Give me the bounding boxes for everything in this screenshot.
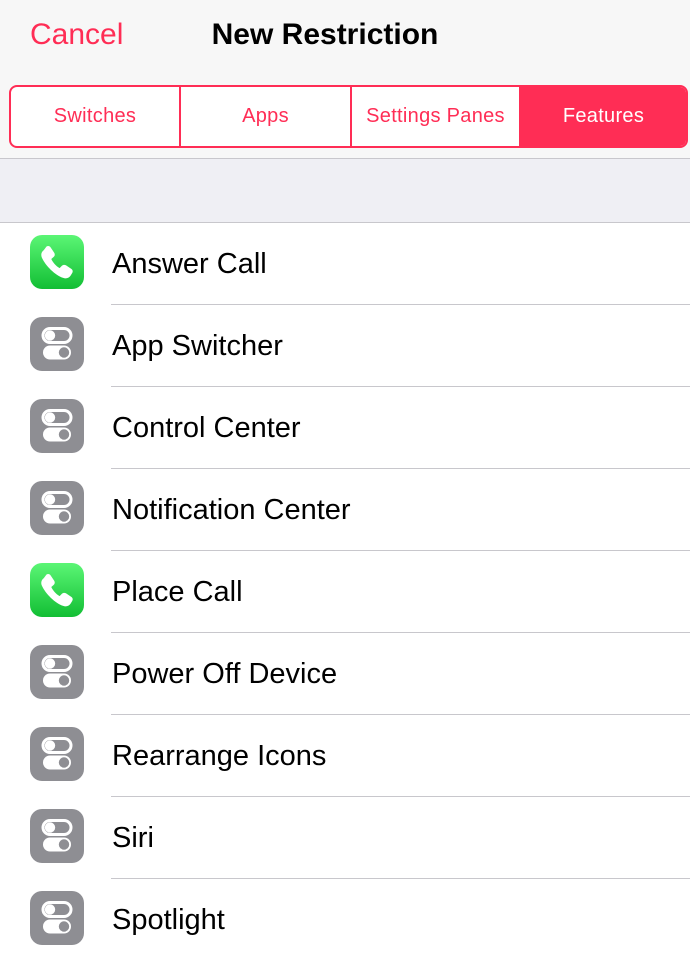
segment-apps[interactable]: Apps (179, 87, 350, 146)
switches-icon (30, 891, 84, 945)
switches-icon (30, 645, 84, 699)
list-item-label: Answer Call (112, 248, 267, 280)
list-item-rearrange-icons[interactable]: Rearrange Icons (0, 715, 690, 797)
list-item-label: Spotlight (112, 904, 225, 936)
list-item-control-center[interactable]: Control Center (0, 387, 690, 469)
segment-switches[interactable]: Switches (11, 87, 179, 146)
phone-icon (30, 235, 84, 289)
switches-icon (30, 809, 84, 863)
list-item-label: Siri (112, 822, 154, 854)
list-item-answer-call[interactable]: Answer Call (0, 223, 690, 305)
list-item-power-off-device[interactable]: Power Off Device (0, 633, 690, 715)
list-item-label: Place Call (112, 576, 243, 608)
list-item-label: Notification Center (112, 494, 351, 526)
switches-icon (30, 481, 84, 535)
list-item-label: Rearrange Icons (112, 740, 327, 772)
segment-features[interactable]: Features (519, 87, 686, 146)
list-item-label: Control Center (112, 412, 301, 444)
phone-icon (30, 563, 84, 617)
category-segmented-control: Switches Apps Settings Panes Features (9, 85, 688, 148)
list-item-notification-center[interactable]: Notification Center (0, 469, 690, 551)
page-title: New Restriction (211, 18, 439, 51)
list-item-app-switcher[interactable]: App Switcher (0, 305, 690, 387)
navigation-header: Cancel New Restriction Switches Apps Set… (0, 0, 690, 159)
section-header-spacer (0, 159, 690, 223)
segment-settings-panes[interactable]: Settings Panes (350, 87, 519, 146)
list-item-label: Power Off Device (112, 658, 338, 690)
list-item-spotlight[interactable]: Spotlight (0, 879, 690, 961)
switches-icon (30, 317, 84, 371)
features-list: Answer Call App Switcher Control Center … (0, 223, 690, 961)
cancel-button[interactable]: Cancel (30, 15, 123, 55)
switches-icon (30, 727, 84, 781)
list-item-label: App Switcher (112, 330, 283, 362)
list-item-place-call[interactable]: Place Call (0, 551, 690, 633)
switches-icon (30, 399, 84, 453)
list-item-siri[interactable]: Siri (0, 797, 690, 879)
